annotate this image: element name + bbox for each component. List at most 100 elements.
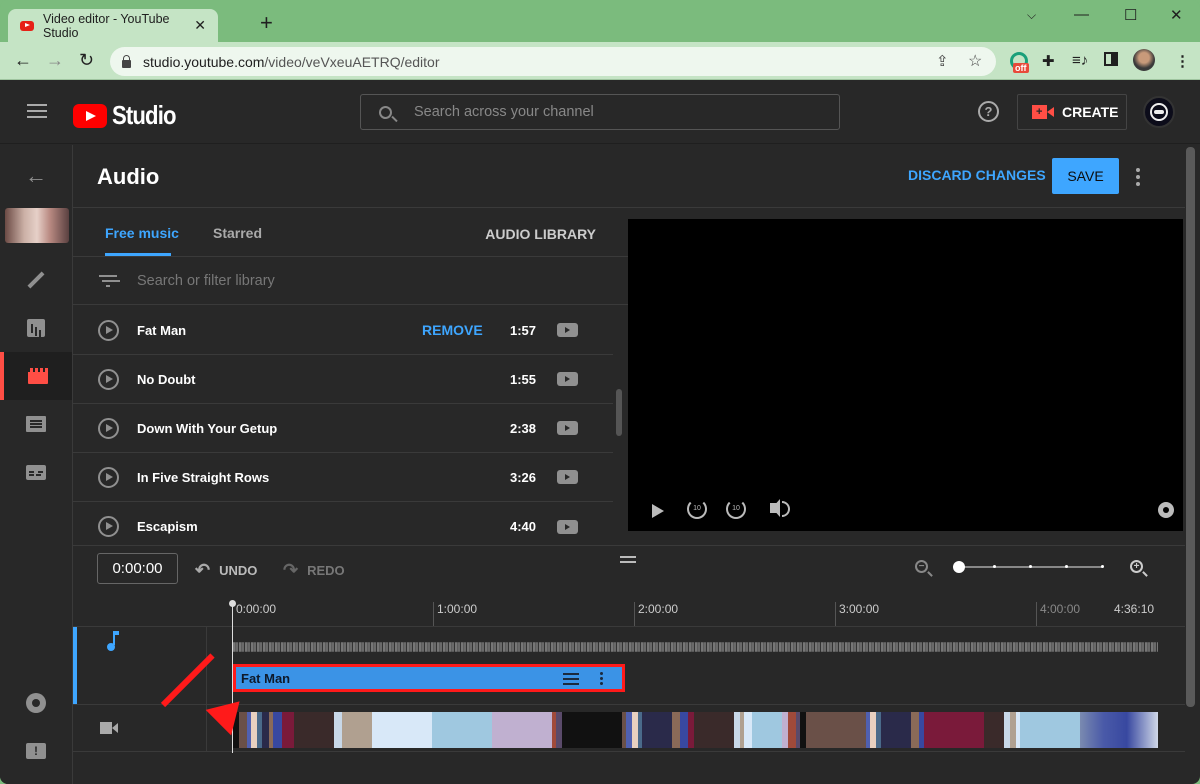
audio-library-link[interactable]: AUDIO LIBRARY <box>485 226 596 242</box>
address-bar[interactable]: studio.youtube.com/video/veVxeuAETRQ/edi… <box>110 47 996 76</box>
browser-tab[interactable]: Video editor - YouTube Studio ✕ <box>8 9 218 42</box>
tab-starred[interactable]: Starred <box>213 225 262 241</box>
tab-free-music[interactable]: Free music <box>105 225 179 241</box>
media-control-icon[interactable]: ≡♪ <box>1072 52 1088 69</box>
adjust-icon[interactable] <box>563 673 579 688</box>
create-button[interactable]: + CREATE <box>1017 94 1127 130</box>
video-filmstrip[interactable] <box>233 712 1158 748</box>
reload-button[interactable]: ↻ <box>79 50 94 71</box>
track-row[interactable]: Down With Your Getup 2:38 <box>73 404 613 453</box>
clip-more-icon[interactable] <box>600 672 603 687</box>
discard-changes-button[interactable]: DISCARD CHANGES <box>908 167 1046 183</box>
timeline-zoom-slider[interactable] <box>953 561 1104 573</box>
close-tab-icon[interactable]: ✕ <box>194 17 206 34</box>
play-icon[interactable] <box>652 504 664 518</box>
ruler-label: 0:00:00 <box>236 602 277 616</box>
account-avatar[interactable] <box>1143 96 1175 128</box>
bookmark-star-icon[interactable]: ☆ <box>968 51 982 71</box>
ruler-label: 4:00:00 <box>1036 602 1080 626</box>
forward-button[interactable]: → <box>46 50 64 71</box>
tab-search-chevron-icon[interactable]: ⌵ <box>1027 8 1036 23</box>
sidebar-item-comments[interactable] <box>0 400 72 448</box>
volume-icon[interactable] <box>770 499 790 517</box>
sidebar-item-editor[interactable] <box>0 352 72 400</box>
play-preview-icon[interactable] <box>98 466 119 488</box>
sidebar-item-analytics[interactable] <box>0 304 72 352</box>
zoom-slider-knob[interactable] <box>953 561 965 573</box>
browser-menu-icon[interactable]: ⋮ <box>1175 52 1190 70</box>
ruler-end-label: 4:36:10 <box>1114 602 1155 616</box>
filmstrip-frame <box>672 712 680 748</box>
player-settings-icon[interactable] <box>1158 502 1174 518</box>
rewind-10-icon[interactable]: 10 <box>687 499 707 519</box>
resize-handle-icon[interactable] <box>620 556 636 566</box>
zoom-out-icon[interactable]: − <box>915 560 928 573</box>
play-preview-icon[interactable] <box>98 319 119 341</box>
help-icon[interactable]: ? <box>978 101 999 122</box>
minimize-button[interactable]: — <box>1074 6 1089 23</box>
save-button[interactable]: SAVE <box>1052 158 1119 194</box>
filmstrip-frame <box>262 712 269 748</box>
undo-button[interactable]: ↶ UNDO <box>195 560 257 581</box>
forward-10-icon[interactable]: 10 <box>726 499 746 519</box>
audio-clip[interactable]: Fat Man <box>233 664 625 692</box>
redo-button[interactable]: ↷ REDO <box>283 560 345 581</box>
audio-library-panel: Free music Starred AUDIO LIBRARY Search … <box>73 209 628 544</box>
youtube-link-icon[interactable] <box>557 519 578 534</box>
track-list: Fat Man REMOVE 1:57 No Doubt 1:55 Down W… <box>73 306 613 551</box>
youtube-link-icon[interactable] <box>557 470 578 484</box>
library-filter-input[interactable]: Search or filter library <box>73 257 628 305</box>
track-row[interactable]: Fat Man REMOVE 1:57 <box>73 306 613 355</box>
page-scrollbar[interactable] <box>1186 147 1195 707</box>
youtube-link-icon[interactable] <box>557 323 578 337</box>
filmstrip-frame <box>694 712 734 748</box>
audio-tabs: Free music Starred AUDIO LIBRARY <box>73 209 628 257</box>
track-list-scrollbar[interactable] <box>616 389 622 436</box>
profile-avatar[interactable] <box>1133 49 1155 71</box>
sidebar-item-settings[interactable] <box>0 679 72 727</box>
menu-icon[interactable] <box>27 104 47 118</box>
remove-track-button[interactable]: REMOVE <box>422 322 483 338</box>
lock-icon <box>122 54 131 68</box>
filmstrip-frame <box>1020 712 1080 748</box>
original-audio-waveform <box>233 642 1158 652</box>
youtube-link-icon[interactable] <box>557 421 578 435</box>
new-tab-button[interactable]: + <box>260 12 273 34</box>
play-preview-icon[interactable] <box>98 417 119 439</box>
track-row[interactable]: Escapism 4:40 <box>73 502 613 551</box>
left-sidebar: ← ! <box>0 145 73 784</box>
side-panel-icon[interactable] <box>1104 52 1118 66</box>
sidebar-item-details[interactable] <box>0 256 72 304</box>
play-preview-icon[interactable] <box>98 368 119 390</box>
video-preview[interactable]: 10 10 <box>628 219 1183 531</box>
track-row[interactable]: No Doubt 1:55 <box>73 355 613 404</box>
filmstrip-frame <box>562 712 622 748</box>
youtube-link-icon[interactable] <box>557 372 578 386</box>
back-button[interactable]: ← <box>14 50 32 71</box>
video-thumbnail[interactable] <box>5 208 69 243</box>
filter-icon <box>99 274 117 287</box>
sidebar-item-subtitles[interactable] <box>0 448 72 496</box>
timeline: 0:00:00 ↶ UNDO ↷ REDO − + 0:00:00 1:00:00 … <box>73 545 1185 784</box>
back-button[interactable]: ← <box>0 152 72 200</box>
track-name: Down With Your Getup <box>137 420 278 436</box>
share-icon[interactable]: ⇪ <box>936 52 949 70</box>
extensions-puzzle-icon[interactable]: ✚ <box>1042 52 1055 70</box>
studio-logo[interactable]: Studio <box>73 100 187 131</box>
play-preview-icon[interactable] <box>98 516 119 537</box>
tab-title: Video editor - YouTube Studio <box>43 11 170 40</box>
filmstrip-frame <box>806 712 866 748</box>
sidebar-item-feedback[interactable]: ! <box>0 727 72 775</box>
settings-icon <box>26 693 46 713</box>
close-window-button[interactable]: ✕ <box>1170 6 1183 24</box>
zoom-in-icon[interactable]: + <box>1130 560 1143 573</box>
extension-badge: off <box>1013 63 1029 73</box>
channel-search-input[interactable]: Search across your channel <box>360 94 840 130</box>
track-row[interactable]: In Five Straight Rows 3:26 <box>73 453 613 502</box>
ruler-label: 3:00:00 <box>835 602 879 626</box>
feedback-icon: ! <box>26 743 46 759</box>
current-time-input[interactable]: 0:00:00 <box>97 553 178 584</box>
more-options-icon[interactable] <box>1136 168 1140 189</box>
youtube-logo-icon <box>73 103 107 128</box>
maximize-button[interactable]: ☐ <box>1124 6 1137 24</box>
